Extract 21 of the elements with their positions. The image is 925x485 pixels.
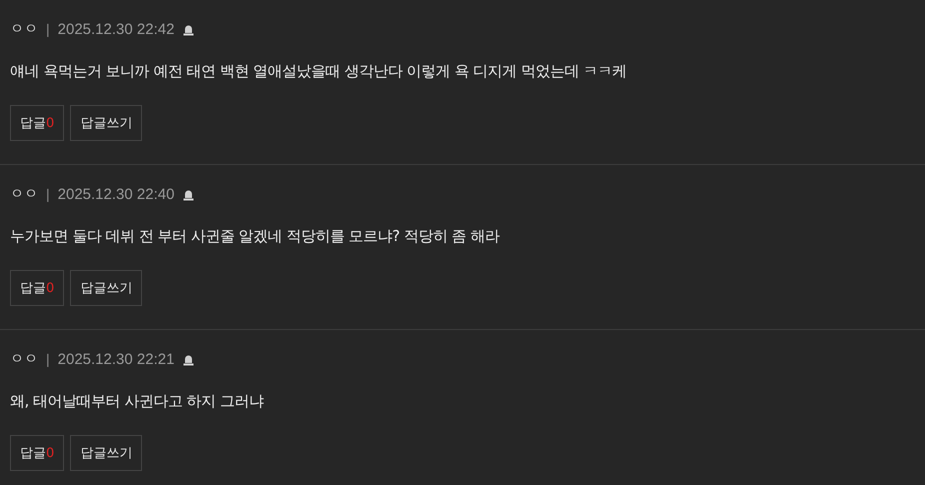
- write-reply-button[interactable]: 답글쓰기: [70, 270, 142, 306]
- write-reply-button[interactable]: 답글쓰기: [70, 435, 142, 471]
- comment-text: 누가보면 둘다 데뷔 전 부터 사귄줄 알겠네 적당히를 모르냐? 적당히 좀 해라: [10, 227, 501, 246]
- reply-button[interactable]: 답글0: [10, 270, 64, 306]
- siren-icon[interactable]: [182, 188, 196, 200]
- author-name: ㅇㅇ: [10, 350, 38, 368]
- siren-icon[interactable]: [182, 352, 196, 366]
- reply-button[interactable]: 답글0: [10, 435, 64, 471]
- author-name: ㅇㅇ: [10, 185, 38, 203]
- comment-time: 2025.12.30 22:40: [58, 186, 174, 202]
- separator: |: [46, 351, 50, 367]
- comment-text: 왜, 태어날때부터 사귄다고 하지 그러냐: [10, 392, 265, 411]
- reply-button[interactable]: 답글0: [10, 105, 64, 141]
- author-name: ㅇㅇ: [10, 20, 38, 38]
- separator: |: [46, 186, 50, 202]
- comment-text: 얘네 욕먹는거 보니까 예전 태연 백현 열애설났을때 생각난다 이렇게 욕 디지게 먹었는데 ㅋㅋ케: [10, 62, 628, 81]
- comment-time: 2025.12.30 22:42: [58, 20, 174, 38]
- write-reply-button[interactable]: 답글쓰기: [70, 105, 142, 141]
- comment-time: 2025.12.30 22:21: [58, 350, 174, 368]
- separator: |: [46, 21, 50, 37]
- siren-icon[interactable]: [182, 22, 196, 36]
